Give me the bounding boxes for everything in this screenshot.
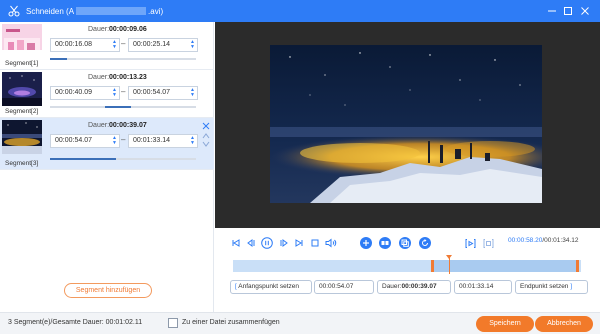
window-title: Schneiden (A .avi) bbox=[26, 7, 163, 16]
merge-label: Zu einer Datei zusammenfügen bbox=[182, 319, 280, 326]
spin-arrows-icon[interactable]: ▲ ▼ bbox=[112, 40, 117, 50]
skip-to-start-button[interactable] bbox=[230, 237, 242, 249]
segment-start-field[interactable]: 00:00:54.07 ▲ ▼ bbox=[50, 134, 120, 148]
range-dash: – bbox=[121, 39, 126, 48]
maximize-icon bbox=[564, 7, 572, 15]
segment-start-field[interactable]: 00:00:40.09 ▲ ▼ bbox=[50, 86, 120, 100]
footer-bar: 3 Segment(e)/Gesamte Dauer: 00:01:02.11 … bbox=[0, 312, 600, 334]
pause-button[interactable] bbox=[261, 237, 273, 249]
stop-button[interactable] bbox=[309, 237, 321, 249]
window-title-prefix: Schneiden (A bbox=[26, 6, 75, 16]
range-dash: – bbox=[121, 135, 126, 144]
window-title-suffix: .avi) bbox=[148, 6, 164, 16]
segment-progress bbox=[50, 58, 196, 60]
total-summary: 3 Segment(e)/Gesamte Dauer: 00:01:02.11 bbox=[8, 319, 143, 326]
scissors-icon bbox=[8, 5, 20, 17]
spin-arrows-icon[interactable]: ▲ ▼ bbox=[190, 40, 195, 50]
copy-segment-button[interactable] bbox=[399, 237, 411, 249]
minimize-button[interactable] bbox=[545, 4, 559, 18]
merge-checkbox[interactable] bbox=[168, 318, 178, 328]
pause-icon bbox=[261, 237, 273, 249]
segment-duration: Dauer:00:00:13.23 bbox=[88, 74, 147, 81]
move-up-icon[interactable] bbox=[202, 132, 210, 140]
segment-end-field[interactable]: 00:01:33.14 ▲ ▼ bbox=[128, 134, 198, 148]
add-segment-button[interactable]: Segment hinzufügen bbox=[64, 283, 152, 298]
video-frame bbox=[270, 45, 542, 203]
previous-frame-icon bbox=[247, 239, 255, 247]
spin-arrows-icon[interactable]: ▲ ▼ bbox=[190, 88, 195, 98]
split-icon bbox=[381, 241, 389, 245]
cut-window: Schneiden (A .avi) Segment[1] Dauer:00:0… bbox=[0, 0, 600, 334]
reset-icon bbox=[422, 239, 428, 246]
play-selection-button[interactable] bbox=[464, 237, 476, 249]
range-dash: – bbox=[121, 87, 126, 96]
previous-frame-button[interactable] bbox=[245, 237, 257, 249]
maximize-button[interactable] bbox=[561, 4, 575, 18]
close-icon bbox=[581, 7, 589, 15]
segment-duration: Dauer:00:00:09.06 bbox=[88, 26, 147, 33]
skip-to-end-button[interactable] bbox=[293, 237, 305, 249]
spin-arrows-icon[interactable]: ▲ ▼ bbox=[112, 136, 117, 146]
next-frame-icon bbox=[280, 239, 288, 247]
segment-duration: Dauer:00:00:39.07 bbox=[88, 122, 147, 129]
copy-icon bbox=[401, 239, 409, 247]
duration-field: Dauer:00:00:39.07 bbox=[377, 280, 451, 294]
redacted-filename bbox=[76, 7, 147, 16]
segment-label: Segment[1] bbox=[5, 60, 39, 67]
segment-label: Segment[2] bbox=[5, 108, 39, 115]
segment-item-1[interactable]: Segment[1] Dauer:00:00:09.06 00:00:16.08… bbox=[0, 22, 214, 70]
segment-end-field[interactable]: 00:00:54.07 ▲ ▼ bbox=[128, 86, 198, 100]
set-end-button[interactable]: Endpunkt setzen ] bbox=[515, 280, 588, 294]
stop-icon bbox=[311, 239, 319, 247]
close-button[interactable] bbox=[578, 4, 592, 18]
end-time-field[interactable]: 00:01:33.14 bbox=[454, 280, 512, 294]
spin-arrows-icon[interactable]: ▲ ▼ bbox=[190, 136, 195, 146]
loop-selection-button[interactable] bbox=[482, 237, 494, 249]
plus-icon bbox=[363, 240, 369, 246]
skip-start-icon bbox=[232, 239, 240, 247]
move-down-icon[interactable] bbox=[202, 140, 210, 148]
start-time-field[interactable]: 00:00:54.07 bbox=[314, 280, 374, 294]
segment-progress bbox=[50, 158, 196, 160]
volume-button[interactable] bbox=[325, 237, 337, 249]
selection-range[interactable] bbox=[431, 260, 579, 272]
reset-button[interactable] bbox=[419, 237, 431, 249]
segment-progress bbox=[50, 106, 196, 108]
segment-item-2[interactable]: Segment[2] Dauer:00:00:13.23 00:00:40.09… bbox=[0, 70, 214, 118]
next-frame-button[interactable] bbox=[278, 237, 290, 249]
split-button[interactable] bbox=[379, 237, 391, 249]
minimize-icon bbox=[548, 10, 556, 12]
title-bar: Schneiden (A .avi) bbox=[0, 0, 600, 22]
segment-item-3[interactable]: Segment[3] Dauer:00:00:39.07 00:00:54.07… bbox=[0, 118, 214, 170]
segment-thumbnail bbox=[2, 120, 42, 154]
segment-start-field[interactable]: 00:00:16.08 ▲ ▼ bbox=[50, 38, 120, 52]
segment-end-field[interactable]: 00:00:25.14 ▲ ▼ bbox=[128, 38, 198, 52]
loop-selection-icon bbox=[483, 238, 493, 248]
spin-arrows-icon[interactable]: ▲ ▼ bbox=[112, 88, 117, 98]
skip-end-icon bbox=[295, 239, 303, 247]
segment-list: Segment[1] Dauer:00:00:09.06 00:00:16.08… bbox=[0, 22, 214, 312]
set-start-button[interactable]: [ Anfangspunkt setzen bbox=[230, 280, 312, 294]
segment-thumbnail bbox=[2, 24, 42, 58]
cancel-button[interactable]: Abbrechen bbox=[535, 316, 593, 332]
segment-label: Segment[3] bbox=[5, 160, 39, 167]
add-segment-plus-button[interactable] bbox=[360, 237, 372, 249]
play-selection-icon bbox=[465, 238, 475, 248]
playback-time: 00:00:58.20/00:01:34.12 bbox=[508, 237, 579, 244]
save-button[interactable]: Speichern bbox=[476, 316, 534, 332]
segment-thumbnail bbox=[2, 72, 42, 106]
volume-icon bbox=[325, 238, 337, 248]
delete-segment-icon[interactable] bbox=[202, 122, 210, 130]
playhead-marker-icon[interactable] bbox=[446, 255, 452, 259]
